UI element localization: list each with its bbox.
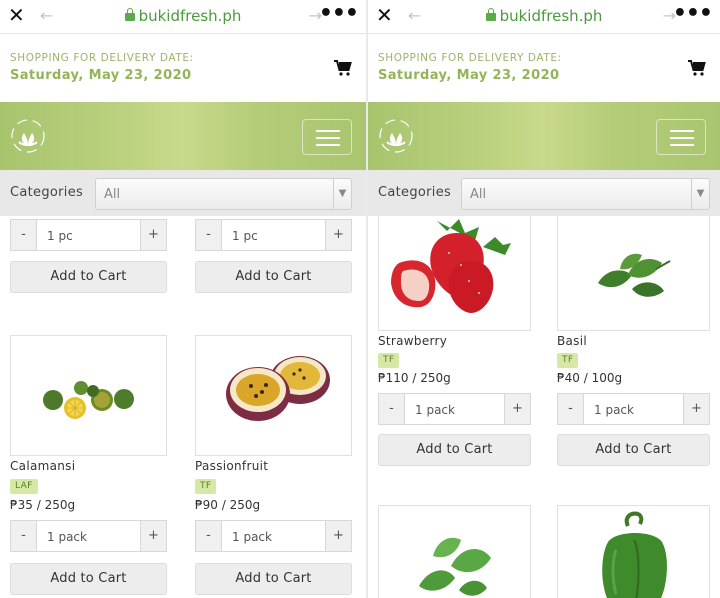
brand-banner [0,102,366,170]
lock-icon [485,8,496,21]
delivery-date: Saturday, May 23, 2020 [378,68,560,83]
quantity-value: 1 pack [47,530,87,544]
category-selected-value: All [470,187,487,202]
product-image-mint[interactable] [378,505,531,598]
product-image-passionfruit[interactable] [195,335,352,456]
decrement-button[interactable]: - [558,394,584,424]
quantity-stepper[interactable]: - 1 pack + [10,520,167,552]
product-grid: - 1 pc + Add to Cart - 1 pc + Add to Car… [0,216,366,598]
delivery-date: Saturday, May 23, 2020 [10,68,192,83]
phone-screen-left: ✕ ← bukidfresh.ph → ••• SHOPPING FOR DEL… [0,0,366,598]
delivery-label: SHOPPING FOR DELIVERY DATE: [378,52,562,64]
decrement-button[interactable]: - [379,394,405,424]
product-tag: TF [557,353,579,368]
decrement-button[interactable]: - [196,220,222,250]
add-to-cart-button[interactable]: Add to Cart [557,434,710,466]
product-tag: TF [195,479,217,494]
category-select[interactable]: All ▼ [461,178,710,210]
brand-banner [368,102,720,170]
quantity-stepper[interactable]: - 1 pack + [195,520,352,552]
delivery-date-header: SHOPPING FOR DELIVERY DATE: Saturday, Ma… [368,34,720,102]
add-to-cart-button[interactable]: Add to Cart [195,261,352,293]
add-to-cart-button[interactable]: Add to Cart [378,434,531,466]
category-filter-bar: Categories All ▼ [368,170,720,216]
quantity-value: 1 pack [594,403,634,417]
product-name[interactable]: Strawberry [378,334,447,348]
product-tag: TF [378,353,400,368]
browser-toolbar: ✕ ← bukidfresh.ph → ••• [368,0,720,34]
url-text: bukidfresh.ph [138,7,242,25]
url-text: bukidfresh.ph [499,7,603,25]
quantity-value: 1 pack [415,403,455,417]
product-name[interactable]: Calamansi [10,459,75,473]
product-name[interactable]: Passionfruit [195,459,268,473]
add-to-cart-button[interactable]: Add to Cart [10,563,167,595]
decrement-button[interactable]: - [11,220,37,250]
hamburger-menu-icon[interactable] [656,119,706,155]
lock-icon [124,8,135,21]
quantity-stepper[interactable]: - 1 pack + [557,393,710,425]
quantity-stepper[interactable]: - 1 pack + [378,393,531,425]
product-price: ₱90 / 250g [195,498,261,512]
categories-label: Categories [378,185,452,200]
bukid-fresh-logo[interactable] [10,114,46,158]
quantity-stepper[interactable]: - 1 pc + [195,219,352,251]
product-price: ₱40 / 100g [557,371,623,385]
product-image-basil[interactable] [557,216,710,331]
hamburger-menu-icon[interactable] [302,119,352,155]
categories-label: Categories [10,185,84,200]
add-to-cart-button[interactable]: Add to Cart [195,563,352,595]
bukid-fresh-logo[interactable] [378,114,414,158]
increment-button[interactable]: + [325,521,351,551]
product-image-strawberry[interactable] [378,216,531,331]
product-image-calamansi[interactable] [10,335,167,456]
quantity-value: 1 pack [232,530,272,544]
delivery-label: SHOPPING FOR DELIVERY DATE: [10,52,194,64]
product-price: ₱110 / 250g [378,371,451,385]
more-dots-icon[interactable]: ••• [673,1,713,26]
increment-button[interactable]: + [504,394,530,424]
category-selected-value: All [104,187,121,202]
product-tag: LAF [10,479,38,494]
quantity-value: 1 pc [47,229,73,243]
chevron-down-icon: ▼ [691,179,709,209]
delivery-date-header: SHOPPING FOR DELIVERY DATE: Saturday, Ma… [0,34,366,102]
product-name[interactable]: Basil [557,334,587,348]
product-image-bell-pepper[interactable] [557,505,710,598]
browser-toolbar: ✕ ← bukidfresh.ph → ••• [0,0,366,34]
increment-button[interactable]: + [325,220,351,250]
increment-button[interactable]: + [140,220,166,250]
category-filter-bar: Categories All ▼ [0,170,366,216]
more-dots-icon[interactable]: ••• [319,1,359,26]
product-price: ₱35 / 250g [10,498,76,512]
cart-icon[interactable] [688,60,706,76]
product-grid: Strawberry TF ₱110 / 250g - 1 pack + Add… [368,216,720,598]
chevron-down-icon: ▼ [333,179,351,209]
cart-icon[interactable] [334,60,352,76]
quantity-value: 1 pc [232,229,258,243]
phone-screen-right: ✕ ← bukidfresh.ph → ••• SHOPPING FOR DEL… [368,0,720,598]
category-select[interactable]: All ▼ [95,178,352,210]
increment-button[interactable]: + [140,521,166,551]
increment-button[interactable]: + [683,394,709,424]
decrement-button[interactable]: - [196,521,222,551]
add-to-cart-button[interactable]: Add to Cart [10,261,167,293]
quantity-stepper[interactable]: - 1 pc + [10,219,167,251]
decrement-button[interactable]: - [11,521,37,551]
